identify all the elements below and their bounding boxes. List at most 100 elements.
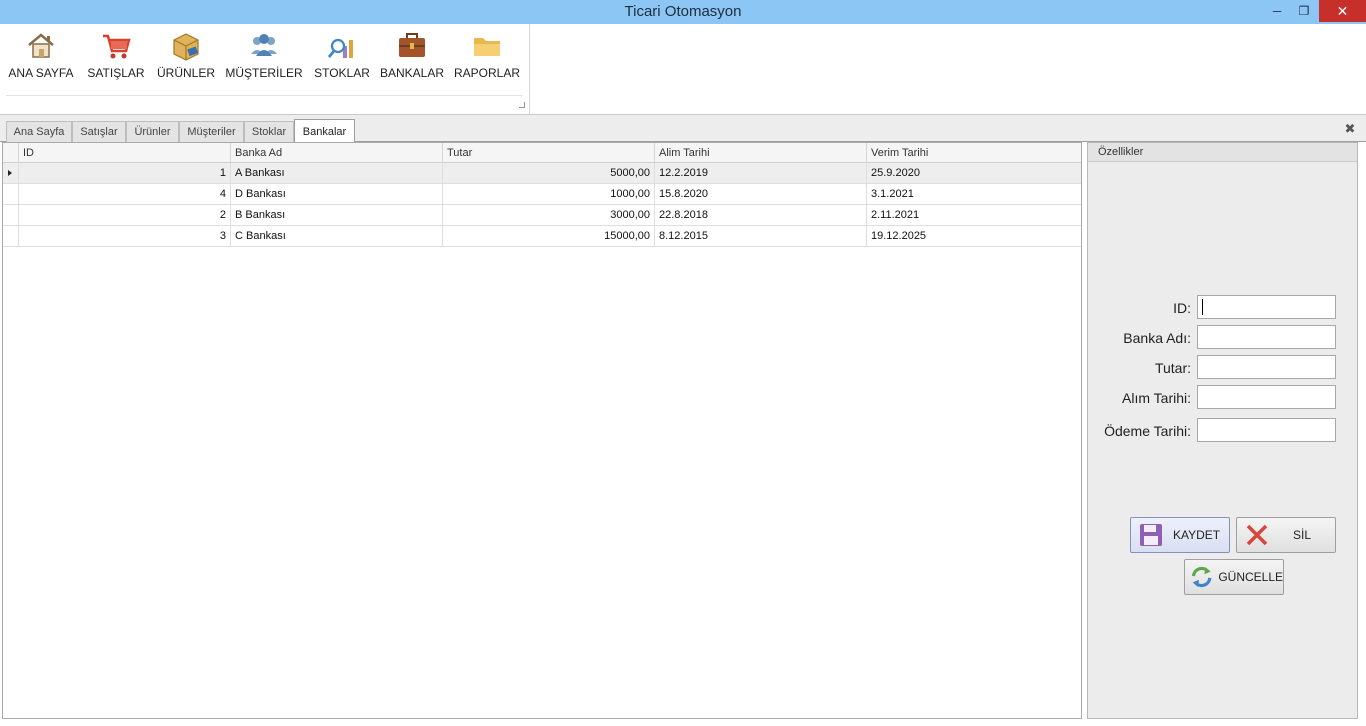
delete-icon — [1246, 524, 1268, 546]
folder-icon — [474, 38, 500, 56]
ribbon-button-ana-sayfa[interactable]: ANA SAYFA — [6, 28, 76, 90]
document-tab-strip: Ana Sayfa Satışlar Ürünler Müşteriler St… — [0, 115, 1366, 143]
tab-urunler[interactable]: Ürünler — [126, 121, 179, 142]
label-odeme-tarihi: Ödeme Tarihi: — [1104, 423, 1191, 439]
odeme-tarihi-input[interactable] — [1197, 418, 1336, 442]
close-window-button[interactable]: ✕ — [1319, 0, 1366, 22]
ribbon-button-satislar[interactable]: SATIŞLAR — [84, 28, 148, 90]
ribbon-button-label: ANA SAYFA — [8, 66, 74, 80]
ribbon-button-label: STOKLAR — [314, 66, 370, 80]
sil-button-label: SİL — [1293, 528, 1312, 542]
cell-tutar[interactable]: 15000,00 — [443, 226, 655, 247]
label-id: ID: — [1173, 300, 1191, 316]
ribbon-button-label: RAPORLAR — [453, 66, 521, 80]
tab-ana-sayfa[interactable]: Ana Sayfa — [6, 121, 72, 142]
table-row[interactable]: 4 D Bankası 1000,00 15.8.2020 3.1.2021 — [3, 184, 1081, 205]
cell-banka-ad[interactable]: C Bankası — [231, 226, 443, 247]
row-indicator[interactable] — [3, 226, 19, 247]
header-indicator-cell — [3, 143, 19, 163]
restore-button[interactable]: ❐ — [1290, 0, 1318, 22]
ribbon-group-navigation: ANA SAYFA SATIŞLAR ÜRÜNLER MÜŞTERİLER ST… — [0, 24, 530, 115]
column-header-tutar[interactable]: Tutar — [443, 143, 655, 163]
briefcase-icon — [399, 33, 425, 57]
cell-alim-tarihi[interactable]: 22.8.2018 — [655, 205, 867, 226]
cell-verim-tarihi[interactable]: 3.1.2021 — [867, 184, 1081, 205]
window-title: Ticari Otomasyon — [624, 3, 742, 20]
cell-banka-ad[interactable]: D Bankası — [231, 184, 443, 205]
close-icon: ✖ — [1344, 121, 1356, 136]
cell-tutar[interactable]: 1000,00 — [443, 184, 655, 205]
cell-tutar[interactable]: 5000,00 — [443, 163, 655, 184]
cell-alim-tarihi[interactable]: 8.12.2015 — [655, 226, 867, 247]
ribbon-button-bankalar[interactable]: BANKALAR — [380, 28, 444, 90]
users-icon — [251, 34, 277, 56]
banka-adi-input[interactable] — [1197, 325, 1336, 349]
table-row[interactable]: 3 C Bankası 15000,00 8.12.2015 19.12.202… — [3, 226, 1081, 247]
cell-id[interactable]: 3 — [19, 226, 231, 247]
table-row[interactable]: 2 B Bankası 3000,00 22.8.2018 2.11.2021 — [3, 205, 1081, 226]
tab-stoklar[interactable]: Stoklar — [244, 121, 294, 142]
cell-alim-tarihi[interactable]: 12.2.2019 — [655, 163, 867, 184]
ribbon-button-raporlar[interactable]: RAPORLAR — [452, 28, 522, 90]
cell-banka-ad[interactable]: B Bankası — [231, 205, 443, 226]
row-indicator[interactable] — [3, 205, 19, 226]
home-icon — [28, 33, 54, 58]
cell-id[interactable]: 4 — [19, 184, 231, 205]
cart-icon — [103, 34, 131, 59]
tab-satislar[interactable]: Satışlar — [72, 121, 126, 142]
alim-tarihi-input[interactable] — [1197, 385, 1336, 409]
close-tab-button[interactable]: ✖ — [1342, 121, 1358, 137]
banks-grid[interactable]: ID Banka Ad Tutar Alim Tarihi Verim Tari… — [2, 142, 1082, 719]
cell-banka-ad[interactable]: A Bankası — [231, 163, 443, 184]
properties-panel: Özellikler ID: Banka Adı: Tutar: Alım Ta… — [1087, 142, 1358, 719]
ribbon: ANA SAYFA SATIŞLAR ÜRÜNLER MÜŞTERİLER ST… — [0, 24, 1366, 115]
grid-header: ID Banka Ad Tutar Alim Tarihi Verim Tari… — [3, 143, 1081, 163]
properties-panel-title: Özellikler — [1088, 143, 1357, 162]
column-header-alim-tarihi[interactable]: Alim Tarihi — [655, 143, 867, 163]
ribbon-button-urunler[interactable]: ÜRÜNLER — [156, 28, 216, 90]
minimize-button[interactable]: ─ — [1262, 0, 1292, 22]
guncelle-button[interactable]: GÜNCELLE — [1184, 559, 1284, 595]
text-caret — [1202, 299, 1203, 315]
title-bar: Ticari Otomasyon ─ ❐ ✕ — [0, 0, 1366, 24]
box-icon — [173, 33, 199, 61]
cell-verim-tarihi[interactable]: 2.11.2021 — [867, 205, 1081, 226]
label-tutar: Tutar: — [1154, 360, 1191, 376]
kaydet-button-label: KAYDET — [1173, 528, 1221, 542]
ribbon-button-musteriler[interactable]: MÜŞTERİLER — [224, 28, 304, 90]
caret-right-icon — [8, 170, 12, 176]
restore-icon: ❐ — [1298, 4, 1310, 18]
row-indicator[interactable] — [3, 184, 19, 205]
column-header-banka-ad[interactable]: Banka Ad — [231, 143, 443, 163]
label-banka-adi: Banka Adı: — [1123, 330, 1191, 346]
label-alim-tarihi: Alım Tarihi: — [1122, 390, 1191, 406]
ribbon-button-label: SATIŞLAR — [87, 66, 145, 80]
cell-alim-tarihi[interactable]: 15.8.2020 — [655, 184, 867, 205]
table-row[interactable]: 1 A Bankası 5000,00 12.2.2019 25.9.2020 — [3, 163, 1081, 184]
tab-bankalar[interactable]: Bankalar — [294, 119, 355, 143]
ribbon-group-launcher[interactable] — [519, 102, 525, 108]
close-icon: ✕ — [1336, 2, 1349, 19]
refresh-icon — [1191, 566, 1212, 588]
ribbon-button-stoklar[interactable]: STOKLAR — [311, 28, 373, 90]
row-indicator[interactable] — [3, 163, 19, 184]
ribbon-group-divider — [6, 95, 523, 96]
tutar-input[interactable] — [1197, 355, 1336, 379]
cell-id[interactable]: 2 — [19, 205, 231, 226]
kaydet-button[interactable]: KAYDET — [1130, 517, 1230, 553]
save-icon — [1140, 524, 1162, 546]
guncelle-button-label: GÜNCELLE — [1218, 570, 1283, 584]
cell-verim-tarihi[interactable]: 19.12.2025 — [867, 226, 1081, 247]
chart-search-icon — [327, 38, 353, 58]
id-input[interactable] — [1197, 295, 1336, 319]
minimize-icon: ─ — [1272, 4, 1282, 18]
cell-id[interactable]: 1 — [19, 163, 231, 184]
ribbon-button-label: ÜRÜNLER — [156, 66, 215, 80]
ribbon-button-label: BANKALAR — [379, 66, 445, 80]
column-header-verim-tarihi[interactable]: Verim Tarihi — [867, 143, 1081, 163]
tab-musteriler[interactable]: Müşteriler — [179, 121, 244, 142]
cell-verim-tarihi[interactable]: 25.9.2020 — [867, 163, 1081, 184]
column-header-id[interactable]: ID — [19, 143, 231, 163]
sil-button[interactable]: SİL — [1236, 517, 1336, 553]
cell-tutar[interactable]: 3000,00 — [443, 205, 655, 226]
